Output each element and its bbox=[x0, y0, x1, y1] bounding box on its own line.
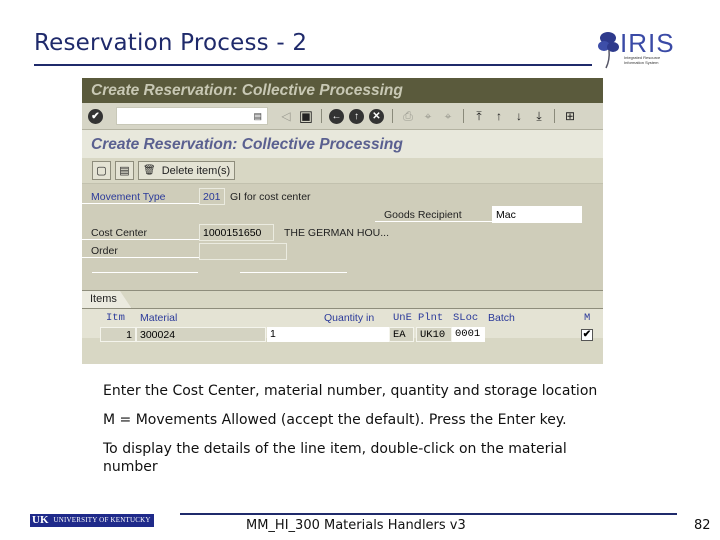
cancel-icon[interactable]: ✕ bbox=[369, 108, 384, 124]
detail-icon: ▤ bbox=[119, 165, 130, 177]
instruction-notes: Enter the Cost Center, material number, … bbox=[103, 382, 623, 487]
iris-flower-icon bbox=[598, 32, 619, 69]
print-icon[interactable]: ⎙ bbox=[400, 108, 416, 124]
item-detail-button[interactable]: ▤ bbox=[115, 161, 134, 180]
quantity-cell[interactable]: 1 bbox=[267, 327, 389, 342]
trash-icon: 🗑 bbox=[143, 165, 156, 176]
column-header-quantity: Quantity in bbox=[324, 312, 375, 324]
movement-type-text: GI for cost center bbox=[230, 191, 311, 203]
movement-type-field[interactable]: 201 bbox=[199, 188, 225, 205]
items-tabstrip: Items bbox=[82, 290, 603, 309]
sap-standard-toolbar: ✔ ▤ ◁ ▣ ← ↑ ✕ ⎙ ⌖ ⌖ ⤒ ↑ ↓ ⤓ ⊞ bbox=[82, 103, 603, 130]
plant-cell[interactable]: UK10 bbox=[416, 327, 452, 342]
column-header-material: Material bbox=[140, 312, 178, 324]
last-page-icon[interactable]: ⤓ bbox=[531, 108, 547, 124]
note-1: Enter the Cost Center, material number, … bbox=[103, 383, 598, 399]
back-icon[interactable]: ← bbox=[329, 108, 344, 124]
divider bbox=[92, 272, 198, 273]
title-rule bbox=[34, 64, 592, 66]
goods-recipient-field[interactable]: Mac bbox=[492, 206, 582, 223]
iris-logo-subtitle: Integrated Resource Information System bbox=[624, 55, 661, 65]
movement-allowed-checkbox[interactable]: ✔ bbox=[581, 329, 593, 341]
item-number-cell: 1 bbox=[100, 327, 136, 342]
column-header-batch: Batch bbox=[488, 312, 515, 324]
screen-title: Create Reservation: Collective Processin… bbox=[82, 130, 603, 158]
next-page-icon[interactable]: ↓ bbox=[511, 108, 527, 124]
column-header-unit: UnE bbox=[393, 312, 412, 324]
toolbar-separator bbox=[463, 109, 464, 123]
sap-window-title: Create Reservation: Collective Processin… bbox=[82, 78, 603, 103]
items-table: Itm Material Quantity in UnE Plnt SLoc B… bbox=[82, 308, 603, 342]
header-form: Movement Type 201 GI for cost center Goo… bbox=[82, 184, 603, 290]
footer-rule bbox=[180, 513, 677, 515]
note-2: M = Movements Allowed (accept the defaul… bbox=[103, 412, 567, 428]
note-3: To display the details of the line item,… bbox=[103, 441, 567, 475]
delete-items-label: Delete item(s) bbox=[161, 164, 231, 177]
footer-course: MM_HI_300 Materials Handlers v3 bbox=[246, 518, 466, 533]
goods-recipient-label: Goods Recipient bbox=[375, 208, 493, 222]
first-page-icon[interactable]: ⤒ bbox=[471, 108, 487, 124]
batch-cell[interactable] bbox=[486, 327, 546, 342]
slide-title: Reservation Process - 2 bbox=[34, 30, 308, 56]
university-logo: UK UNIVERSITY OF KENTUCKY bbox=[30, 514, 154, 527]
cost-center-label: Cost Center bbox=[82, 226, 200, 240]
command-dropdown-icon[interactable]: ▤ bbox=[253, 111, 262, 122]
previous-page-icon[interactable]: ↑ bbox=[491, 108, 507, 124]
delete-items-button[interactable]: 🗑 Delete item(s) bbox=[138, 161, 236, 180]
cost-center-field[interactable]: 1000151650 bbox=[199, 224, 274, 241]
enter-icon[interactable]: ✔ bbox=[88, 108, 103, 124]
iris-logo: IRIS Integrated Resource Information Sys… bbox=[598, 28, 674, 70]
cost-center-text: THE GERMAN HOU... bbox=[284, 227, 390, 239]
material-cell[interactable]: 300024 bbox=[136, 327, 266, 342]
application-toolbar: ▢ ▤ 🗑 Delete item(s) bbox=[82, 158, 603, 184]
new-item-button[interactable]: ▢ bbox=[92, 161, 111, 180]
save-icon[interactable]: ▣ bbox=[298, 108, 314, 125]
column-header-itm: Itm bbox=[106, 312, 125, 324]
find-next-icon[interactable]: ⌖ bbox=[440, 108, 456, 124]
page-number: 82 bbox=[694, 518, 711, 533]
order-field[interactable] bbox=[199, 243, 287, 260]
toolbar-separator bbox=[554, 109, 555, 123]
unit-cell[interactable]: EA bbox=[389, 327, 414, 342]
sloc-cell[interactable]: 0001 bbox=[452, 327, 485, 342]
tab-items[interactable]: Items bbox=[82, 291, 132, 309]
command-field[interactable]: ▤ bbox=[116, 107, 268, 125]
sap-window: Create Reservation: Collective Processin… bbox=[82, 78, 603, 364]
layout-icon[interactable]: ⊞ bbox=[562, 108, 578, 124]
movement-type-label: Movement Type bbox=[82, 190, 200, 204]
find-icon[interactable]: ⌖ bbox=[420, 108, 436, 124]
column-header-plant: Plnt bbox=[418, 312, 444, 324]
divider bbox=[240, 272, 347, 273]
back-arrow-icon[interactable]: ◁ bbox=[278, 108, 294, 124]
new-document-icon: ▢ bbox=[96, 165, 107, 177]
toolbar-separator bbox=[321, 109, 322, 123]
column-header-m: M bbox=[584, 312, 591, 324]
column-header-sloc: SLoc bbox=[453, 312, 479, 324]
uk-mark: UK bbox=[30, 514, 51, 527]
university-name: UNIVERSITY OF KENTUCKY bbox=[50, 514, 154, 527]
toolbar-separator bbox=[392, 109, 393, 123]
exit-icon[interactable]: ↑ bbox=[349, 108, 364, 124]
order-label: Order bbox=[82, 244, 200, 258]
